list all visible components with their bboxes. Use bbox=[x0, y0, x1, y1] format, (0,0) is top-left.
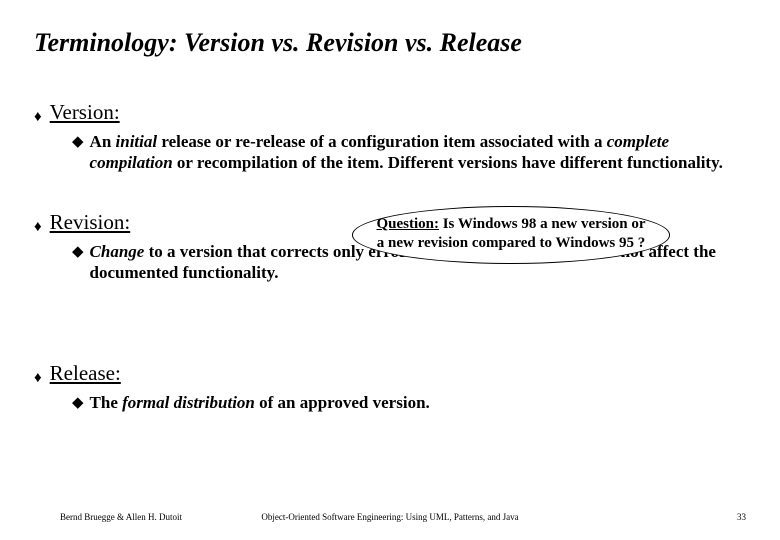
section-head-release: Release: bbox=[50, 361, 121, 386]
slide: Terminology: Version vs. Revision vs. Re… bbox=[0, 0, 780, 540]
version-body: An initial release or re-release of a co… bbox=[90, 131, 746, 174]
sub-bullet-icon: ◆ bbox=[72, 133, 84, 151]
footer-title: Object-Oriented Software Engineering: Us… bbox=[261, 512, 518, 522]
release-body: The formal distribution of an approved v… bbox=[90, 392, 430, 413]
sub-bullet-icon: ◆ bbox=[72, 394, 84, 412]
footer: Bernd Bruegge & Allen H. Dutoit Object-O… bbox=[0, 512, 780, 522]
footer-page: 33 bbox=[737, 512, 746, 522]
section-head-revision: Revision: bbox=[50, 210, 131, 235]
section-head-version: Version: bbox=[50, 100, 120, 125]
section-release: ♦ Release: ◆ The formal distribution of … bbox=[34, 361, 746, 413]
question-callout: Question: Is Windows 98 a new version or… bbox=[352, 206, 670, 264]
diamond-bullet-icon: ♦ bbox=[34, 220, 42, 235]
diamond-bullet-icon: ♦ bbox=[34, 371, 42, 386]
callout-label: Question: bbox=[376, 216, 439, 232]
section-version: ♦ Version: ◆ An initial release or re-re… bbox=[34, 100, 746, 174]
diamond-bullet-icon: ♦ bbox=[34, 110, 42, 125]
page-title: Terminology: Version vs. Revision vs. Re… bbox=[34, 28, 746, 58]
sub-bullet-icon: ◆ bbox=[72, 243, 84, 261]
footer-author: Bernd Bruegge & Allen H. Dutoit bbox=[60, 512, 182, 522]
